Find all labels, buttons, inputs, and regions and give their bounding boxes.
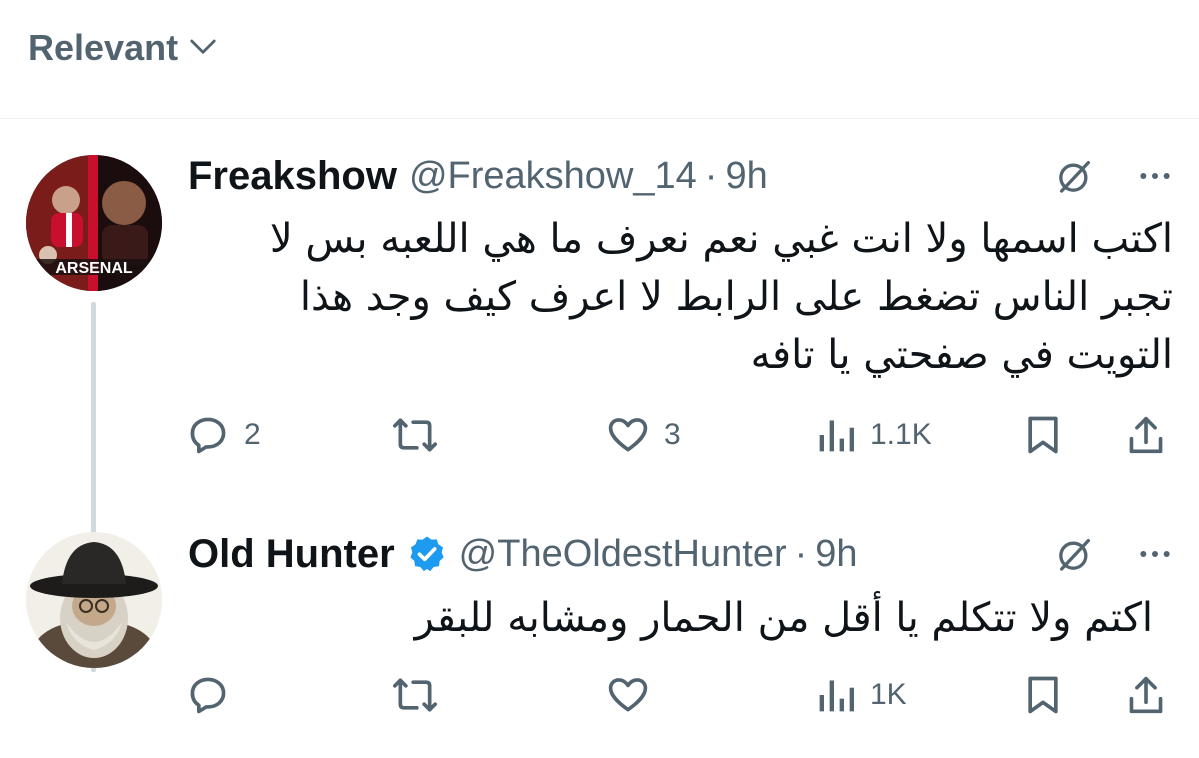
reply-icon bbox=[186, 413, 230, 457]
header-icons bbox=[1055, 529, 1175, 579]
share-button[interactable] bbox=[1126, 670, 1166, 720]
tweet-1-header: Freakshow @Freakshow_14 · 9h bbox=[188, 151, 1175, 201]
share-button[interactable] bbox=[1126, 410, 1166, 460]
heart-icon bbox=[606, 673, 650, 717]
heart-icon bbox=[606, 413, 650, 457]
separator-dot: · bbox=[704, 154, 718, 197]
timestamp[interactable]: 9h bbox=[815, 533, 857, 576]
bookmark-icon bbox=[1023, 413, 1063, 457]
avatar-arsenal-text: ARSENAL bbox=[55, 260, 133, 277]
more-dots-icon[interactable] bbox=[1135, 534, 1175, 574]
display-name[interactable]: Old Hunter bbox=[188, 532, 395, 577]
views-button[interactable]: 1K bbox=[816, 670, 907, 720]
views-chart-icon bbox=[816, 413, 856, 457]
reply-count: 2 bbox=[244, 418, 261, 451]
more-dots-icon[interactable] bbox=[1135, 156, 1175, 196]
grok-icon[interactable] bbox=[1055, 534, 1095, 574]
user-handle[interactable]: @Freakshow_14 bbox=[409, 155, 697, 198]
header-icons bbox=[1055, 151, 1175, 201]
grok-icon[interactable] bbox=[1055, 156, 1095, 196]
like-count: 3 bbox=[664, 418, 681, 451]
reply-icon bbox=[186, 673, 230, 717]
timestamp[interactable]: 9h bbox=[725, 155, 767, 198]
bookmark-button[interactable] bbox=[1023, 670, 1063, 720]
repost-button[interactable] bbox=[391, 670, 453, 720]
avatar-old-hunter[interactable] bbox=[26, 532, 162, 668]
verified-badge-icon bbox=[407, 534, 447, 574]
tweet-1-actions: 2 3 1.1K bbox=[186, 410, 1171, 460]
avatar[interactable]: ARSENAL bbox=[26, 155, 162, 291]
reply-button[interactable]: 2 bbox=[186, 410, 261, 460]
repost-button[interactable] bbox=[391, 410, 453, 460]
share-icon bbox=[1126, 673, 1166, 717]
chevron-down-icon bbox=[188, 31, 218, 66]
views-count: 1K bbox=[870, 678, 907, 711]
tweet-2-header: Old Hunter @TheOldestHunter · 9h bbox=[188, 529, 1175, 579]
tweet-2-actions: 1K bbox=[186, 670, 1171, 720]
bookmark-button[interactable] bbox=[1023, 410, 1063, 460]
views-chart-icon bbox=[816, 673, 856, 717]
share-icon bbox=[1126, 413, 1166, 457]
bookmark-icon bbox=[1023, 673, 1063, 717]
sort-dropdown-button[interactable]: Relevant bbox=[28, 24, 218, 72]
sort-bar: Relevant bbox=[0, 0, 1199, 119]
like-button[interactable]: 3 bbox=[606, 410, 681, 460]
tweet-text: اكتب اسمها ولا انت غبي نعم نعرف ما هي ال… bbox=[269, 216, 1173, 378]
repost-icon bbox=[391, 673, 439, 717]
display-name[interactable]: Freakshow bbox=[188, 154, 397, 199]
tweet-text: اكتم ولا تتكلم يا أقل من الحمار ومشابه ل… bbox=[414, 595, 1153, 641]
reply-button[interactable] bbox=[186, 670, 244, 720]
views-button[interactable]: 1.1K bbox=[816, 410, 932, 460]
repost-icon bbox=[391, 413, 439, 457]
separator-dot: · bbox=[794, 532, 808, 575]
views-count: 1.1K bbox=[870, 418, 932, 451]
sort-label: Relevant bbox=[28, 27, 179, 68]
user-handle[interactable]: @TheOldestHunter bbox=[459, 533, 787, 576]
like-button[interactable] bbox=[606, 670, 664, 720]
